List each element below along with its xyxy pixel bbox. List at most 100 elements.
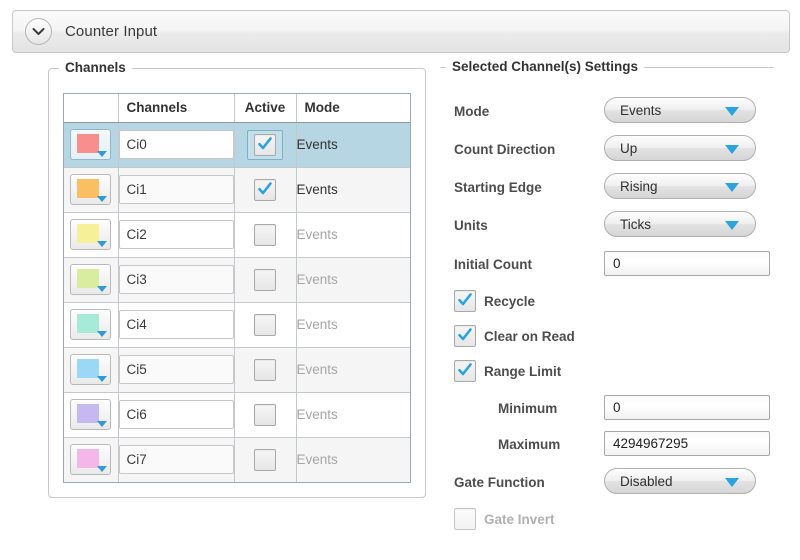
mode-dropdown[interactable]: Events: [604, 97, 756, 123]
color-swatch-icon: [77, 269, 100, 288]
clear-on-read-checkbox-row[interactable]: Clear on Read: [454, 325, 575, 347]
channels-groupbox: Channels Channels Active Mode EventsEven…: [48, 60, 426, 498]
chevron-down-icon: [32, 27, 45, 36]
channels-table: Channels Active Mode EventsEventsEventsE…: [64, 94, 410, 482]
channel-mode-cell[interactable]: Events: [296, 257, 410, 303]
channel-name-input[interactable]: [118, 130, 234, 159]
channel-name-input[interactable]: [118, 220, 234, 249]
color-swatch-icon: [77, 359, 100, 378]
chevron-down-icon: [97, 196, 108, 202]
channel-active-checkbox[interactable]: [254, 133, 276, 156]
channel-name-input[interactable]: [118, 175, 234, 204]
initial-count-row: Initial Count: [454, 250, 532, 278]
minimum-input[interactable]: 0: [604, 395, 770, 420]
gate-function-dropdown[interactable]: Disabled: [604, 468, 756, 494]
channel-name-input[interactable]: [118, 265, 234, 294]
settings-group-title: Selected Channel(s) Settings: [446, 59, 645, 74]
collapse-toggle-button[interactable]: [25, 18, 52, 45]
recycle-checkbox-row[interactable]: Recycle: [454, 290, 535, 312]
starting-edge-label: Starting Edge: [454, 179, 542, 195]
chevron-down-icon: [97, 286, 108, 292]
table-row[interactable]: Events: [64, 437, 410, 482]
channel-active-cell: [234, 212, 297, 258]
channel-name-cell: [118, 167, 235, 213]
initial-count-label: Initial Count: [454, 256, 532, 272]
gate-function-dropdown-value: Disabled: [620, 473, 673, 489]
channels-table-body: EventsEventsEventsEventsEventsEventsEven…: [64, 122, 410, 482]
mode-label: Mode: [454, 103, 490, 119]
count-direction-dropdown[interactable]: Up: [604, 135, 756, 161]
mode-dropdown-value: Events: [620, 102, 662, 118]
table-header-row: Channels Active Mode: [64, 94, 410, 123]
channel-active-checkbox[interactable]: [254, 313, 276, 336]
count-direction-row: Count Direction: [454, 135, 555, 163]
channel-active-checkbox-holder: [248, 176, 282, 204]
channel-color-picker-button[interactable]: [70, 174, 112, 205]
units-label: Units: [454, 217, 488, 233]
recycle-label: Recycle: [484, 293, 536, 309]
channel-name-input[interactable]: [118, 310, 234, 339]
chevron-down-icon: [97, 331, 108, 337]
channel-color-picker-button[interactable]: [70, 129, 112, 160]
color-swatch-icon: [77, 404, 100, 423]
channel-color-cell: [64, 347, 119, 393]
table-row[interactable]: Events: [64, 212, 410, 258]
channel-name-input[interactable]: [118, 355, 234, 384]
gate-function-label: Gate Function: [454, 474, 545, 490]
channel-active-checkbox[interactable]: [254, 358, 276, 381]
channel-mode-cell[interactable]: Events: [296, 122, 410, 168]
color-swatch-icon: [77, 449, 100, 469]
table-row[interactable]: Events: [64, 257, 410, 303]
channel-color-picker-button[interactable]: [70, 399, 112, 430]
channel-active-checkbox[interactable]: [254, 178, 276, 201]
channel-color-picker-button[interactable]: [70, 264, 112, 295]
channel-mode-cell[interactable]: Events: [296, 302, 410, 348]
minimum-label: Minimum: [498, 400, 558, 416]
channel-mode-cell[interactable]: Events: [296, 212, 410, 258]
channel-mode-cell[interactable]: Events: [296, 392, 410, 438]
units-dropdown-value: Ticks: [620, 216, 651, 232]
range-limit-checkbox[interactable]: [454, 360, 476, 382]
units-dropdown[interactable]: Ticks: [604, 211, 756, 237]
channel-active-checkbox-holder: [248, 356, 282, 384]
range-limit-label: Range Limit: [484, 363, 562, 379]
channel-color-picker-button[interactable]: [70, 354, 112, 385]
starting-edge-dropdown[interactable]: Rising: [604, 173, 756, 199]
channel-active-checkbox[interactable]: [254, 403, 276, 426]
table-row[interactable]: Events: [64, 392, 410, 438]
channel-mode-cell[interactable]: Events: [296, 437, 410, 482]
channel-active-checkbox[interactable]: [254, 223, 276, 246]
channel-active-checkbox-holder: [248, 401, 282, 429]
column-header-channels: Channels: [118, 94, 235, 123]
initial-count-input[interactable]: 0: [604, 251, 770, 276]
maximum-input[interactable]: 4294967295: [604, 431, 770, 456]
channel-name-input[interactable]: [118, 400, 234, 429]
table-row[interactable]: Events: [64, 122, 410, 168]
channel-color-cell: [64, 257, 119, 303]
range-limit-checkbox-row[interactable]: Range Limit: [454, 360, 561, 382]
clear-on-read-checkbox[interactable]: [454, 325, 476, 347]
channel-mode-cell[interactable]: Events: [296, 347, 410, 393]
channel-color-picker-button[interactable]: [70, 444, 112, 476]
channel-active-checkbox[interactable]: [254, 448, 276, 471]
channels-group-title: Channels: [59, 60, 132, 75]
recycle-checkbox[interactable]: [454, 290, 476, 312]
channel-color-picker-button[interactable]: [70, 219, 112, 250]
channel-mode-cell[interactable]: Events: [296, 167, 410, 213]
table-row[interactable]: Events: [64, 167, 410, 213]
table-row[interactable]: Events: [64, 302, 410, 348]
channel-active-cell: [234, 302, 297, 348]
column-header-mode: Mode: [296, 94, 410, 123]
channel-active-checkbox[interactable]: [254, 268, 276, 291]
channel-active-checkbox-holder: [248, 446, 282, 474]
channel-name-input[interactable]: [118, 445, 234, 475]
table-row[interactable]: Events: [64, 347, 410, 393]
chevron-down-icon: [97, 151, 108, 157]
channel-color-picker-button[interactable]: [70, 309, 112, 340]
channel-active-checkbox-holder: [248, 311, 282, 339]
chevron-down-icon: [725, 478, 739, 487]
channel-active-checkbox-holder: [248, 266, 282, 294]
color-swatch-icon: [77, 224, 100, 243]
chevron-down-icon: [725, 107, 739, 116]
channel-color-cell: [64, 167, 119, 213]
